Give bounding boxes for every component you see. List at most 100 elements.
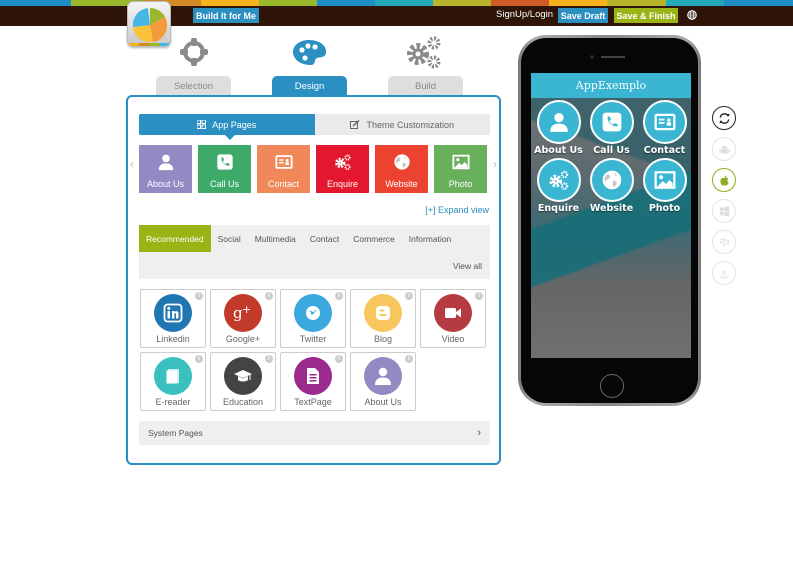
info-icon[interactable]: i xyxy=(195,292,203,300)
info-icon[interactable]: i xyxy=(475,292,483,300)
system-pages-row[interactable]: System Pages › xyxy=(139,421,490,445)
feature-label: Twitter xyxy=(299,334,327,344)
video-camera-icon xyxy=(434,294,472,332)
tab-design[interactable]: Design xyxy=(272,76,347,96)
app-page-tile[interactable]: Contact xyxy=(257,145,310,193)
feature-categories: Recommended Social Multimedia Contact Commer… xyxy=(139,225,490,279)
apple-icon xyxy=(718,174,731,187)
app-page-tile[interactable]: About Us xyxy=(139,145,192,193)
pages-next-arrow[interactable]: › xyxy=(493,157,497,171)
platform-android-button[interactable] xyxy=(712,137,736,161)
image-icon xyxy=(642,158,687,202)
image-icon xyxy=(451,153,470,179)
info-icon[interactable]: i xyxy=(405,292,413,300)
windows-icon xyxy=(718,205,731,218)
feature-label: E-reader xyxy=(155,397,191,407)
view-all-link[interactable]: View all xyxy=(453,261,482,271)
preview-app-label: Photo xyxy=(648,203,681,214)
blogger-icon xyxy=(364,294,402,332)
person-icon xyxy=(536,100,581,144)
info-icon[interactable]: i xyxy=(195,355,203,363)
blackberry-icon xyxy=(718,236,731,249)
platform-selector: a xyxy=(712,106,736,285)
platform-ios-button[interactable] xyxy=(712,168,736,192)
svg-text:+: + xyxy=(242,303,251,316)
preview-app-item[interactable]: Enquire xyxy=(532,158,585,214)
tab-build[interactable]: Build xyxy=(388,76,463,96)
feature-card[interactable]: i Linkedin xyxy=(140,289,206,348)
category-tab[interactable]: Social xyxy=(211,225,248,252)
design-panel: App Pages Theme Customization ‹ › About … xyxy=(126,95,501,465)
preview-app-item[interactable]: Call Us xyxy=(585,100,638,156)
globe-icon[interactable] xyxy=(687,10,697,20)
phone-icon xyxy=(216,153,234,179)
app-logo[interactable] xyxy=(127,1,171,47)
app-page-tile[interactable]: Website xyxy=(375,145,428,193)
app-page-tile[interactable]: Call Us xyxy=(198,145,251,193)
phone-home-button[interactable] xyxy=(600,374,624,398)
save-draft-button[interactable]: Save Draft xyxy=(558,8,608,23)
palette-icon[interactable] xyxy=(289,34,329,70)
contact-card-icon xyxy=(274,153,293,179)
signup-login-link[interactable]: SignUp/Login xyxy=(496,9,553,20)
category-tab[interactable]: Multimedia xyxy=(248,225,303,252)
system-pages-label: System Pages xyxy=(148,428,203,438)
grid-icon xyxy=(197,120,207,129)
preview-app-item[interactable]: About Us xyxy=(532,100,585,156)
preview-app-item[interactable]: Photo xyxy=(638,158,691,214)
save-finish-button[interactable]: Save & Finish xyxy=(614,8,678,23)
pages-prev-arrow[interactable]: ‹ xyxy=(130,157,134,171)
platform-refresh-button[interactable] xyxy=(712,106,736,130)
linkedin-icon xyxy=(154,294,192,332)
info-icon[interactable]: i xyxy=(405,355,413,363)
feature-card[interactable]: i Blog xyxy=(350,289,416,348)
refresh-icon xyxy=(718,112,731,125)
contact-card-icon xyxy=(642,100,687,144)
feature-card[interactable]: i E-reader xyxy=(140,352,206,411)
feature-card[interactable]: i g + Google+ xyxy=(210,289,276,348)
feature-label: Blog xyxy=(373,334,392,344)
platform-windows-button[interactable] xyxy=(712,199,736,223)
platform-blackberry-button[interactable] xyxy=(712,230,736,254)
globe-icon xyxy=(589,158,634,202)
feature-card[interactable]: i About Us xyxy=(350,352,416,411)
twitter-icon xyxy=(294,294,332,332)
category-tab[interactable]: Information xyxy=(402,225,459,252)
feature-card[interactable]: i TextPage xyxy=(280,352,346,411)
feature-card[interactable]: i Twitter xyxy=(280,289,346,348)
feature-card[interactable]: i Video xyxy=(420,289,486,348)
feature-label: Education xyxy=(222,397,264,407)
info-icon[interactable]: i xyxy=(335,292,343,300)
preview-app-item[interactable]: Website xyxy=(585,158,638,214)
crosshair-icon[interactable] xyxy=(174,34,214,70)
svg-text:a: a xyxy=(721,267,726,277)
feature-card[interactable]: i Education xyxy=(210,352,276,411)
preview-app-label: Website xyxy=(589,203,634,214)
build-it-for-me-button[interactable]: Build It for Me xyxy=(193,8,259,23)
document-icon xyxy=(294,357,332,395)
category-tab[interactable]: Commerce xyxy=(346,225,402,252)
person-icon xyxy=(157,153,175,179)
edit-icon xyxy=(350,120,360,129)
preview-app-grid: About Us Call Us Contact Enquire Website… xyxy=(531,98,691,216)
expand-view-link[interactable]: [+] Expand view xyxy=(425,205,489,215)
preview-app-item[interactable]: Contact xyxy=(638,100,691,156)
info-icon[interactable]: i xyxy=(335,355,343,363)
feature-label: TextPage xyxy=(294,397,332,407)
category-tab[interactable]: Contact xyxy=(303,225,346,252)
platform-amazon-button[interactable]: a xyxy=(712,261,736,285)
subtab-app-pages[interactable]: App Pages xyxy=(139,114,315,140)
app-page-label: Website xyxy=(385,179,418,189)
subtab-app-pages-label: App Pages xyxy=(212,119,257,130)
logo-color-bar xyxy=(128,43,170,46)
tab-selection[interactable]: Selection xyxy=(156,76,231,96)
book-icon xyxy=(154,357,192,395)
info-icon[interactable]: i xyxy=(265,292,273,300)
app-page-tile[interactable]: Photo xyxy=(434,145,487,193)
feature-label: About Us xyxy=(364,397,402,407)
gears-icon[interactable] xyxy=(404,34,444,70)
info-icon[interactable]: i xyxy=(265,355,273,363)
app-page-tile[interactable]: Enquire xyxy=(316,145,369,193)
category-tab[interactable]: Recommended xyxy=(139,225,211,252)
subtab-theme-customization[interactable]: Theme Customization xyxy=(314,114,490,135)
